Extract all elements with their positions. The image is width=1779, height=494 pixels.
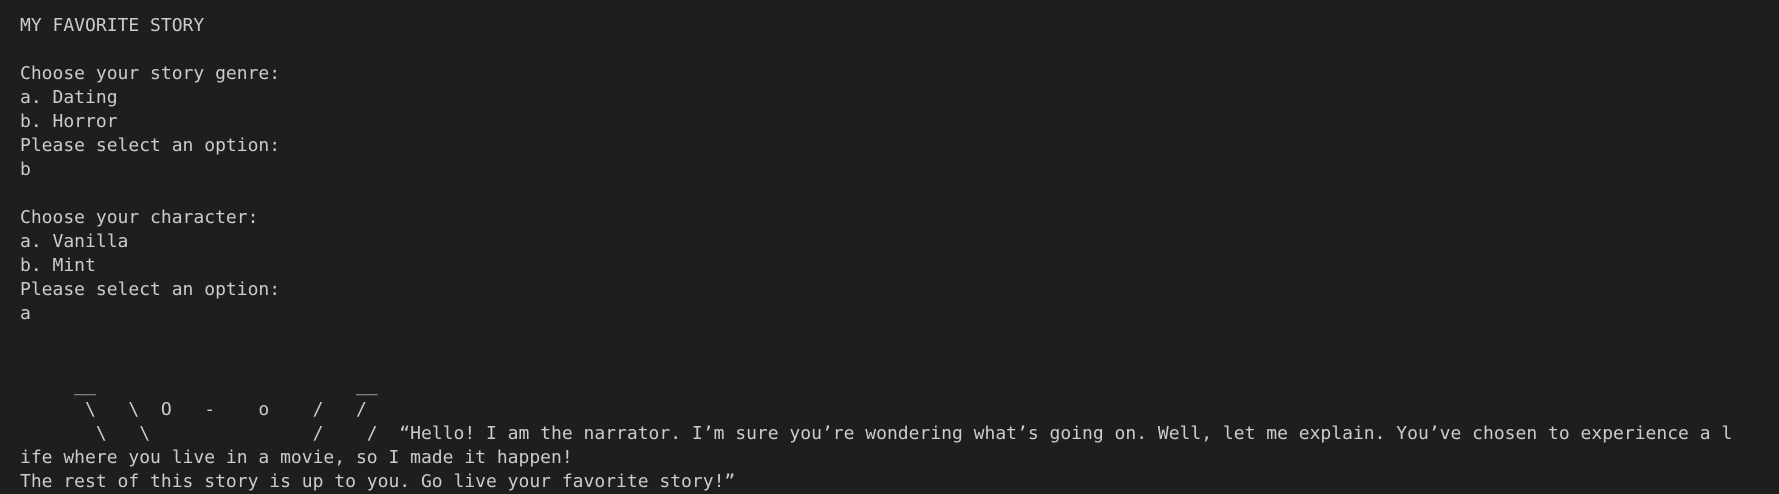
genre-user-input: b <box>20 159 31 180</box>
character-option-vanilla: a. Vanilla <box>20 231 129 252</box>
narration-line-1: ife where you live in a movie, so I made… <box>20 447 573 468</box>
character-select-prompt: Please select an option: <box>20 279 281 300</box>
story-title: MY FAVORITE STORY <box>20 15 205 36</box>
ascii-art-line-2: \ \ O - o / / <box>20 399 367 420</box>
genre-option-horror: b. Horror <box>20 111 118 132</box>
genre-option-dating: a. Dating <box>20 87 118 108</box>
genre-prompt: Choose your story genre: <box>20 63 281 84</box>
character-user-input: a <box>20 303 31 324</box>
character-prompt: Choose your character: <box>20 207 259 228</box>
character-option-mint: b. Mint <box>20 255 96 276</box>
terminal-output: MY FAVORITE STORY Choose your story genr… <box>0 0 1779 492</box>
genre-select-prompt: Please select an option: <box>20 135 281 156</box>
narration-line-2: The rest of this story is up to you. Go … <box>20 471 736 492</box>
ascii-art-line-1: __ __ <box>20 375 378 396</box>
ascii-art-line-3-narration-start: \ \ / / “Hello! I am the narrator. I’m s… <box>20 423 1733 444</box>
